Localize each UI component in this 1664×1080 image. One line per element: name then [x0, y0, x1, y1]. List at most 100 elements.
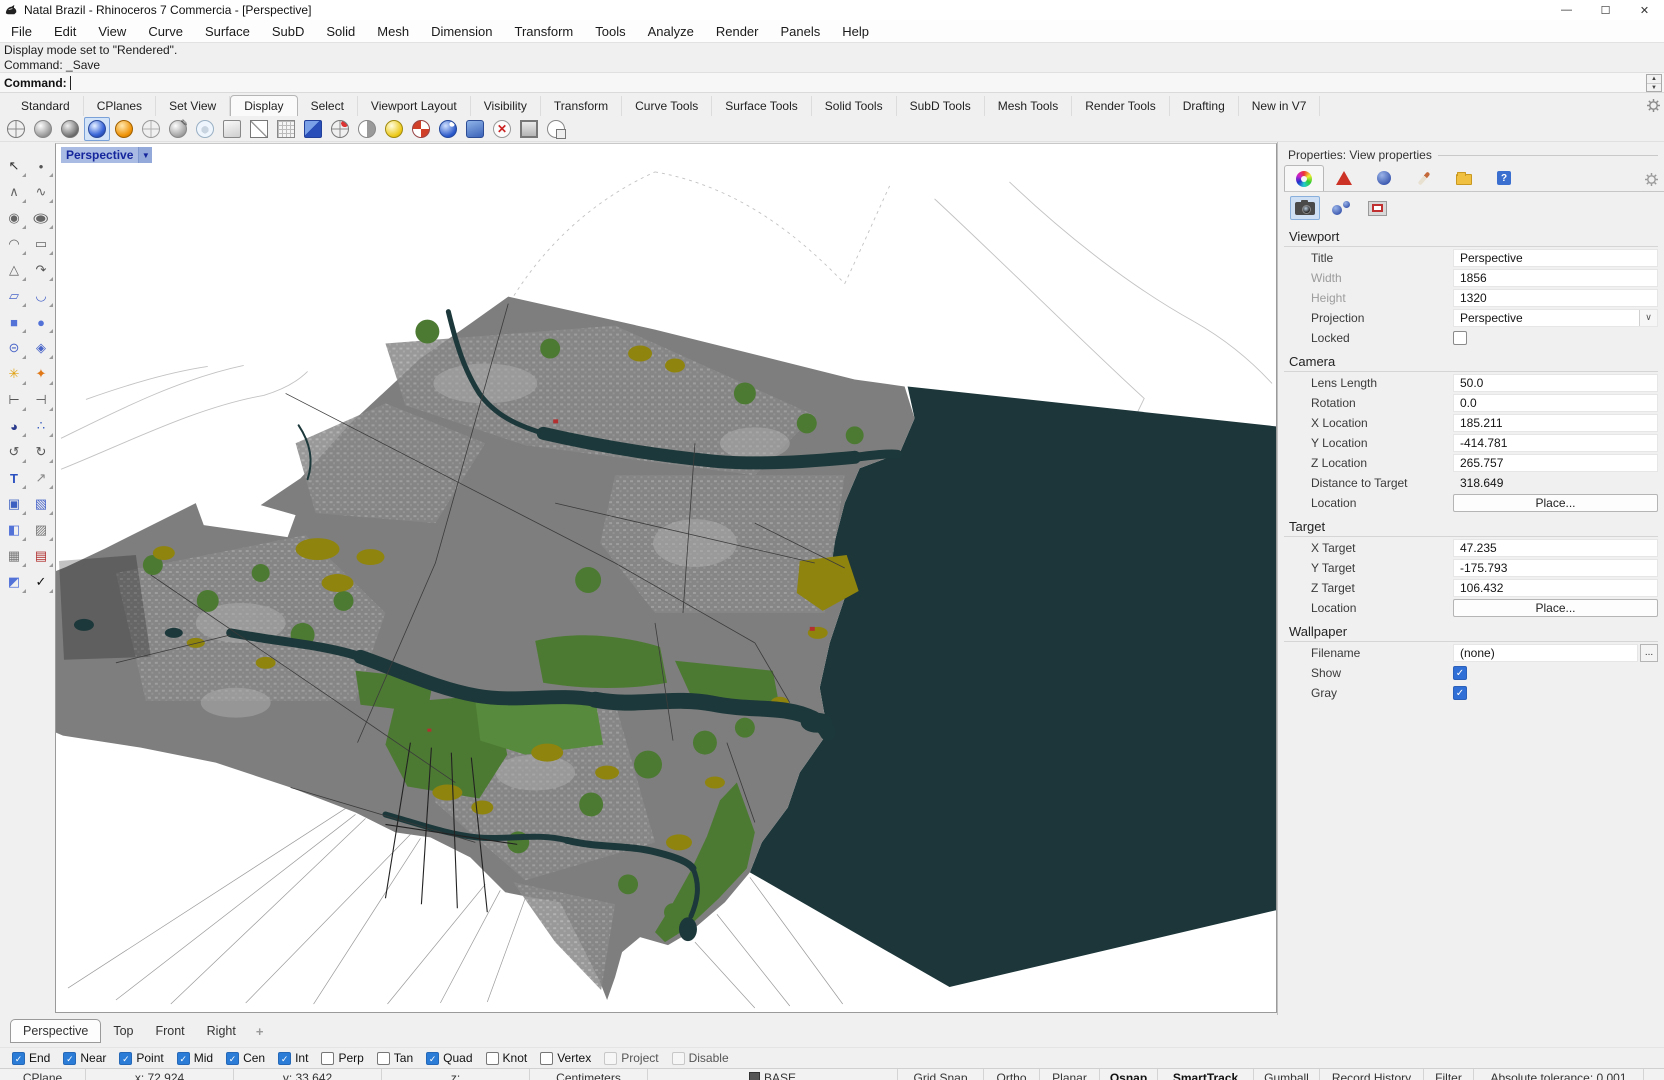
- x-location-field[interactable]: 185.211: [1453, 413, 1658, 432]
- menu-item[interactable]: Render: [705, 24, 770, 39]
- osnap-toggle[interactable]: Quad: [426, 1051, 473, 1065]
- tool-button[interactable]: ↗: [29, 466, 54, 490]
- command-line[interactable]: Command: ▲ ▼: [0, 72, 1664, 93]
- viewport-perspective[interactable]: Perspective ▼: [55, 143, 1277, 1013]
- tool-button[interactable]: ✓: [29, 570, 54, 594]
- tool-button[interactable]: ◧: [2, 518, 27, 542]
- toolbar-tab[interactable]: Standard: [8, 96, 84, 116]
- tool-button[interactable]: ▣: [2, 492, 27, 516]
- chevron-down-icon[interactable]: ∨: [1639, 309, 1657, 326]
- status-segment[interactable]: Grid Snap: [898, 1069, 984, 1080]
- show-checkbox[interactable]: [1453, 665, 1467, 680]
- status-segment[interactable]: Record History: [1320, 1069, 1424, 1080]
- osnap-toggle[interactable]: Perp: [321, 1051, 364, 1065]
- rotation-field[interactable]: 0.0: [1453, 393, 1658, 412]
- dolly-button[interactable]: [1326, 196, 1356, 220]
- tool-button[interactable]: ▤: [29, 544, 54, 568]
- status-segment[interactable]: BASE: [648, 1069, 898, 1080]
- menu-item[interactable]: Curve: [137, 24, 194, 39]
- camera-button[interactable]: [1290, 196, 1320, 220]
- toolbar-tab[interactable]: Solid Tools: [812, 96, 897, 116]
- toolbar-tab[interactable]: Mesh Tools: [985, 96, 1073, 116]
- tab-files[interactable]: [1444, 165, 1484, 191]
- display-mode-button[interactable]: [273, 117, 299, 141]
- toolbar-tab[interactable]: Curve Tools: [622, 96, 713, 116]
- tool-button[interactable]: ▦: [2, 544, 27, 568]
- tool-button[interactable]: ◕: [2, 414, 27, 438]
- display-mode-button[interactable]: [84, 116, 110, 141]
- status-segment[interactable]: SmartTrack: [1158, 1069, 1254, 1080]
- maximize-button[interactable]: ☐: [1586, 0, 1625, 20]
- wallpaper-frame-button[interactable]: [1362, 196, 1392, 220]
- osnap-checkbox[interactable]: [119, 1051, 133, 1065]
- tool-button[interactable]: ■: [2, 310, 27, 334]
- display-mode-button[interactable]: [3, 117, 29, 141]
- display-mode-button[interactable]: [111, 117, 137, 141]
- command-spinner[interactable]: ▲ ▼: [1646, 74, 1662, 92]
- gray-checkbox[interactable]: [1453, 685, 1467, 700]
- status-segment[interactable]: Planar: [1040, 1069, 1100, 1080]
- display-mode-button[interactable]: [192, 117, 218, 141]
- menu-item[interactable]: Help: [831, 24, 880, 39]
- display-mode-button[interactable]: [57, 117, 83, 141]
- menu-item[interactable]: Mesh: [366, 24, 420, 39]
- viewport-title-dropdown[interactable]: Perspective ▼: [61, 147, 153, 163]
- menu-item[interactable]: View: [87, 24, 137, 39]
- osnap-toggle[interactable]: Disable: [671, 1051, 729, 1065]
- tool-button[interactable]: ↷: [29, 258, 54, 282]
- minimize-button[interactable]: —: [1547, 0, 1586, 20]
- display-mode-button[interactable]: [543, 117, 569, 141]
- tool-button[interactable]: ◉: [2, 206, 27, 230]
- display-mode-button[interactable]: [30, 117, 56, 141]
- gear-icon[interactable]: [1647, 99, 1660, 112]
- osnap-checkbox[interactable]: [604, 1051, 618, 1065]
- viewport-tab[interactable]: Front: [145, 1020, 194, 1042]
- tool-button[interactable]: ▱: [2, 284, 27, 308]
- osnap-toggle[interactable]: Project: [604, 1051, 659, 1065]
- tool-button[interactable]: ∧: [2, 180, 27, 204]
- toolbar-tab[interactable]: Set View: [156, 96, 231, 116]
- tool-button[interactable]: ↻: [29, 440, 54, 464]
- z-location-field[interactable]: 265.757: [1453, 453, 1658, 472]
- z-target-field[interactable]: 106.432: [1453, 578, 1658, 597]
- toolbar-tab[interactable]: Drafting: [1170, 96, 1239, 116]
- close-button[interactable]: ✕: [1625, 0, 1664, 20]
- status-segment[interactable]: Centimeters: [530, 1069, 648, 1080]
- osnap-checkbox[interactable]: [63, 1051, 77, 1065]
- tool-button[interactable]: ∿: [29, 180, 54, 204]
- viewport-tab[interactable]: Top: [103, 1020, 143, 1042]
- display-mode-button[interactable]: [435, 117, 461, 141]
- locked-checkbox[interactable]: [1453, 330, 1467, 345]
- tool-button[interactable]: ↺: [2, 440, 27, 464]
- tool-button[interactable]: ●: [29, 310, 54, 334]
- filename-field[interactable]: (none): [1453, 643, 1638, 662]
- tool-button[interactable]: ◡: [29, 284, 54, 308]
- y-target-field[interactable]: -175.793: [1453, 558, 1658, 577]
- display-mode-button[interactable]: [489, 117, 515, 141]
- tool-button[interactable]: ◠: [2, 232, 27, 256]
- display-mode-button[interactable]: [327, 117, 353, 141]
- display-mode-button[interactable]: [462, 117, 488, 141]
- menu-item[interactable]: Edit: [43, 24, 87, 39]
- tab-help[interactable]: ?: [1484, 165, 1524, 191]
- menu-item[interactable]: Surface: [194, 24, 261, 39]
- osnap-checkbox[interactable]: [321, 1051, 335, 1065]
- tool-button[interactable]: T: [2, 466, 27, 490]
- projection-select[interactable]: Perspective ∨: [1453, 308, 1658, 327]
- lens-length-field[interactable]: 50.0: [1453, 373, 1658, 392]
- osnap-checkbox[interactable]: [226, 1051, 240, 1065]
- viewport-tab[interactable]: Right: [197, 1020, 246, 1042]
- display-mode-button[interactable]: [165, 117, 191, 141]
- tool-button[interactable]: ⊝: [2, 336, 27, 360]
- camera-place-button[interactable]: Place...: [1453, 493, 1658, 512]
- tab-material[interactable]: [1324, 165, 1364, 191]
- tool-button[interactable]: ✦: [29, 362, 54, 386]
- status-segment[interactable]: Absolute tolerance: 0.001: [1474, 1069, 1644, 1080]
- toolbar-tab[interactable]: Surface Tools: [712, 96, 812, 116]
- status-segment[interactable]: z:: [382, 1069, 530, 1080]
- osnap-toggle[interactable]: End: [12, 1051, 50, 1065]
- chevron-down-icon[interactable]: ▼: [138, 147, 153, 163]
- toolbar-tab[interactable]: SubD Tools: [897, 96, 985, 116]
- menu-item[interactable]: SubD: [261, 24, 316, 39]
- toolbar-tab[interactable]: Viewport Layout: [358, 96, 471, 116]
